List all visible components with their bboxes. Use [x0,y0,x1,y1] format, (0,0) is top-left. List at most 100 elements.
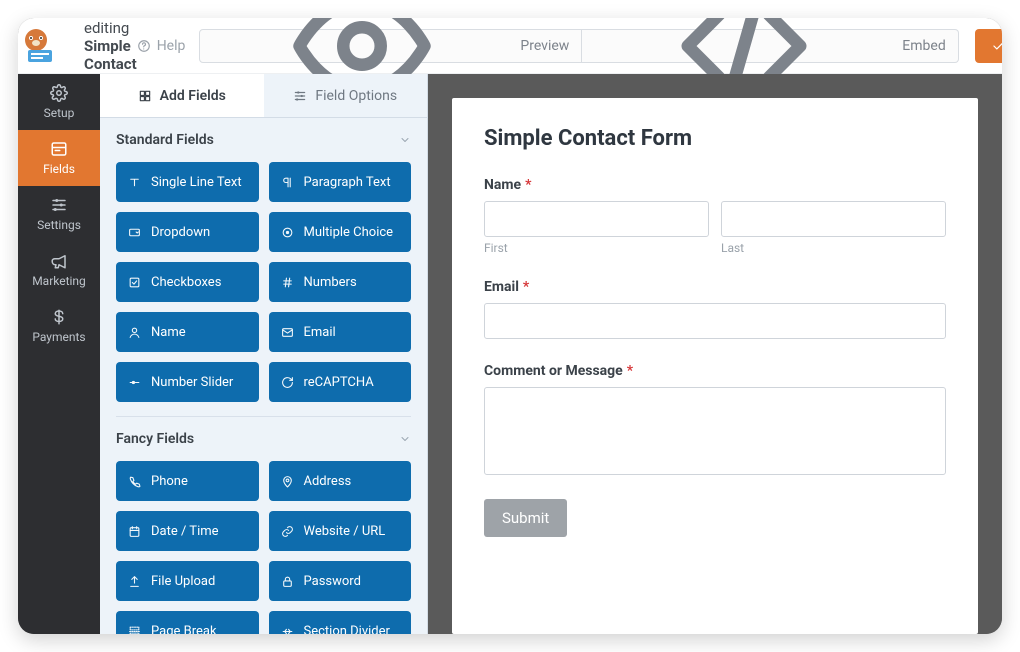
dollar-icon [50,308,68,326]
field-check[interactable]: Checkboxes [116,262,259,302]
last-name-input[interactable] [721,201,946,237]
nav-fields[interactable]: Fields [18,130,100,186]
field-email[interactable]: Email* [484,279,946,339]
canvas-wrap: Simple Contact Form Name* First Last [428,74,1002,634]
field-calendar[interactable]: Date / Time [116,511,259,551]
mail-icon [281,326,294,339]
fields-panel: Add Fields Field Options Standard Fields… [100,74,428,634]
field-label: Password [304,574,361,589]
preview-button[interactable]: Preview [199,29,582,63]
field-dropdown[interactable]: Dropdown [116,212,259,252]
first-name-input[interactable] [484,201,709,237]
calendar-icon [128,525,141,538]
app-frame: Now editing Simple Contact Form Help Pre… [18,18,1002,634]
first-sublabel: First [484,241,709,255]
field-pagebreak[interactable]: Page Break [116,611,259,634]
email-input[interactable] [484,303,946,339]
tab-field-options[interactable]: Field Options [264,74,428,117]
check-icon [128,276,141,289]
nav-setup[interactable]: Setup [18,74,100,130]
field-label: Name [151,325,186,340]
submit-label: Submit [502,509,549,527]
toolbar: Now editing Simple Contact Form Help Pre… [18,18,1002,74]
link-icon [281,525,294,538]
field-grid: Phone Address Date / Time Website / URL File… [100,457,427,634]
field-pin[interactable]: Address [269,461,412,501]
nav-marketing-label: Marketing [32,274,86,288]
field-label: Address [304,474,352,489]
field-radio[interactable]: Multiple Choice [269,212,412,252]
sliders-icon [293,89,307,103]
comment-label: Comment or Message [484,363,623,379]
tab-add-fields[interactable]: Add Fields [100,74,264,117]
field-upload[interactable]: File Upload [116,561,259,601]
field-mail[interactable]: Email [269,312,412,352]
last-sublabel: Last [721,241,946,255]
nav-marketing[interactable]: Marketing [18,242,100,298]
field-text[interactable]: Single Line Text [116,162,259,202]
hash-icon [281,276,294,289]
now-editing-label: Now editing [84,18,129,37]
required-indicator: * [523,279,529,295]
comment-textarea[interactable] [484,387,946,475]
chevron-down-icon [399,433,411,445]
nav-setup-label: Setup [44,106,75,120]
nav-payments[interactable]: Payments [18,298,100,354]
gear-icon [50,84,68,102]
field-recaptcha[interactable]: reCAPTCHA [269,362,412,402]
bullhorn-icon [50,252,68,270]
field-phone[interactable]: Phone [116,461,259,501]
field-grid: Single Line Text Paragraph Text Dropdown Mu… [100,158,427,408]
field-lock[interactable]: Password [269,561,412,601]
divider-icon [281,625,294,635]
field-divider[interactable]: Section Divider [269,611,412,634]
radio-icon [281,226,294,239]
field-user[interactable]: Name [116,312,259,352]
required-indicator: * [627,363,633,379]
embed-button[interactable]: Embed [582,29,958,63]
field-label: Paragraph Text [304,175,391,190]
text-icon [128,176,141,189]
field-hash[interactable]: Numbers [269,262,412,302]
preview-embed-group: Preview Embed [199,29,958,63]
field-label: File Upload [151,574,215,589]
group-title: Standard Fields [116,132,214,148]
nav-payments-label: Payments [32,330,85,344]
field-label: Date / Time [151,524,219,539]
left-nav: Setup Fields Settings Marketing Payments [18,74,100,634]
phone-icon [128,475,141,488]
field-comment[interactable]: Comment or Message* [484,363,946,475]
lock-icon [281,575,294,588]
nav-settings[interactable]: Settings [18,186,100,242]
field-label: Checkboxes [151,275,221,290]
pin-icon [281,475,294,488]
field-label: Single Line Text [151,175,242,190]
main: Setup Fields Settings Marketing Payments [18,74,1002,634]
tab-options-label: Field Options [315,88,397,104]
preview-label: Preview [520,38,569,54]
field-link[interactable]: Website / URL [269,511,412,551]
field-label: Email [304,325,336,340]
submit-button[interactable]: Submit [484,499,567,537]
field-label: Page Break [151,624,217,635]
save-button[interactable]: Save [975,29,1002,63]
brand-logo [18,18,62,73]
field-slider[interactable]: Number Slider [116,362,259,402]
field-label: reCAPTCHA [304,375,374,390]
sliders-icon [50,196,68,214]
group-header[interactable]: Standard Fields [100,118,427,158]
field-label: Multiple Choice [304,225,394,240]
user-icon [128,326,141,339]
help-label: Help [157,38,186,54]
slider-icon [128,376,141,389]
help-icon [137,39,151,53]
field-label: Numbers [304,275,357,290]
help-link[interactable]: Help [137,38,186,54]
tab-add-label: Add Fields [160,88,226,104]
field-paragraph[interactable]: Paragraph Text [269,162,412,202]
chevron-down-icon [399,134,411,146]
panel-tabs: Add Fields Field Options [100,74,427,118]
group-header[interactable]: Fancy Fields [100,417,427,457]
field-name[interactable]: Name* First Last [484,177,946,255]
check-icon [991,39,1002,53]
